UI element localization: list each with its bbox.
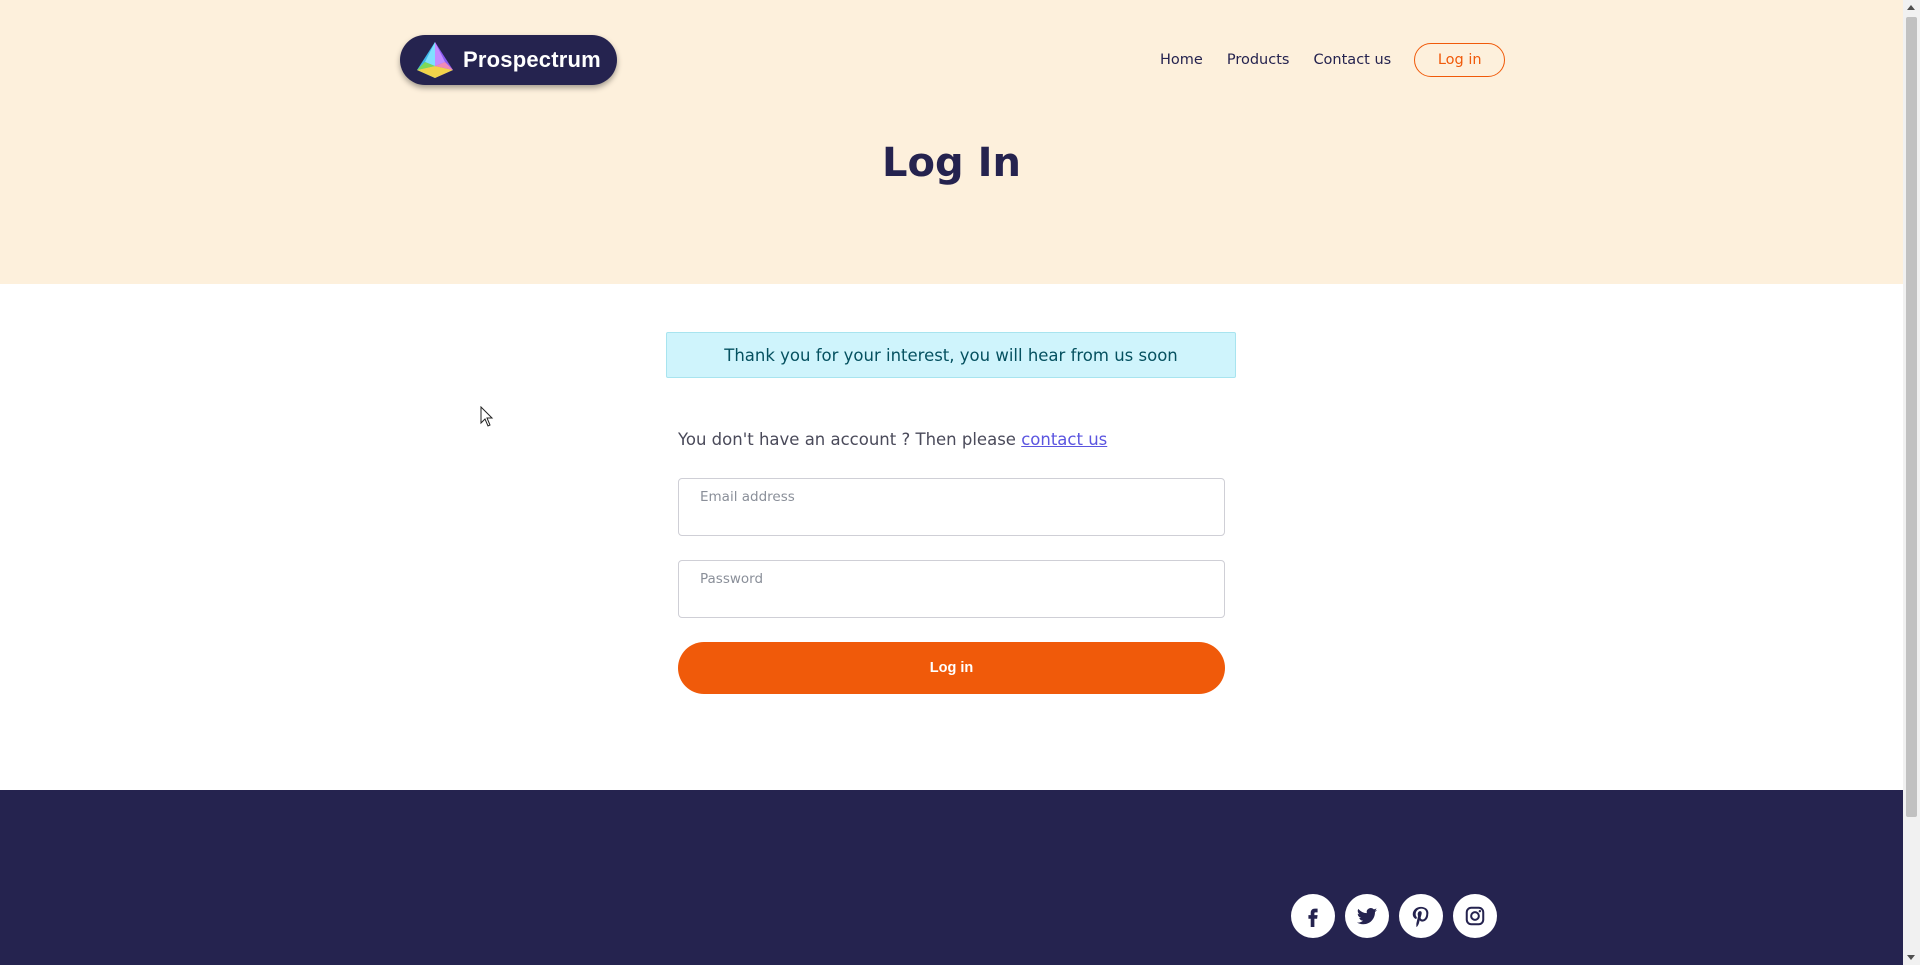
pyramid-logo-icon (417, 42, 453, 78)
password-label: Password (700, 571, 764, 587)
email-input[interactable] (699, 507, 1203, 531)
scroll-down-icon[interactable] (1907, 955, 1915, 960)
social-links (1291, 894, 1507, 938)
info-alert: Thank you for your interest, you will he… (666, 332, 1236, 378)
facebook-icon[interactable] (1291, 894, 1335, 938)
twitter-icon[interactable] (1345, 894, 1389, 938)
pinterest-icon[interactable] (1399, 894, 1443, 938)
nav-contact-link[interactable]: Contact us (1313, 43, 1391, 77)
signup-prompt-text: You don't have an account ? Then please (678, 430, 1022, 449)
brand-name: Prospectrum (463, 47, 601, 72)
nav-products-link[interactable]: Products (1227, 43, 1290, 77)
nav-login-button[interactable]: Log in (1414, 43, 1506, 77)
main-nav: Home Products Contact us Log in (1160, 43, 1506, 77)
contact-us-link[interactable]: contact us (1021, 430, 1107, 449)
password-field[interactable]: Password (678, 560, 1225, 618)
scroll-thumb[interactable] (1906, 17, 1917, 817)
scroll-up-icon[interactable] (1907, 5, 1915, 10)
page-title: Log In (882, 140, 1021, 186)
login-submit-button[interactable]: Log in (678, 642, 1225, 694)
brand-logo[interactable]: Prospectrum (400, 35, 617, 85)
password-input[interactable] (699, 589, 1203, 613)
vertical-scrollbar[interactable] (1903, 0, 1920, 965)
mouse-cursor-icon (480, 406, 494, 427)
nav-home-link[interactable]: Home (1160, 43, 1203, 77)
hero-header: Prospectrum Home Products Contact us Log… (0, 0, 1903, 284)
page: Prospectrum Home Products Contact us Log… (0, 0, 1903, 965)
instagram-icon[interactable] (1453, 894, 1497, 938)
signup-prompt: You don't have an account ? Then please … (678, 430, 1107, 449)
alert-message: Thank you for your interest, you will he… (724, 345, 1178, 365)
email-field[interactable]: Email address (678, 478, 1225, 536)
email-label: Email address (700, 489, 795, 505)
site-footer (0, 790, 1903, 965)
